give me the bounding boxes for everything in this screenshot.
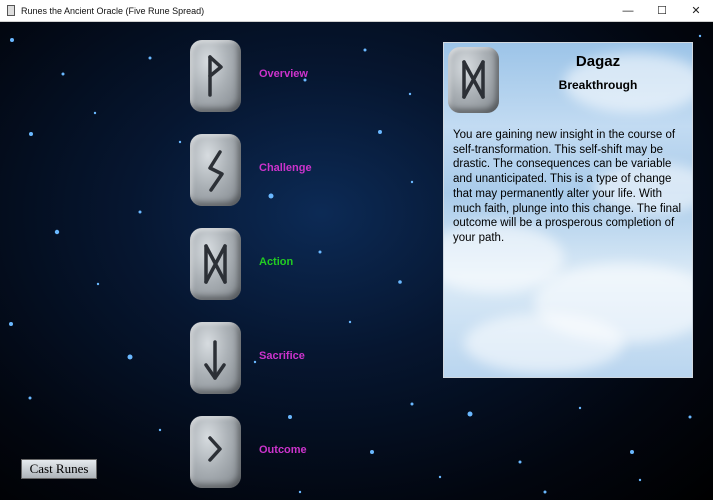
oracle-board: Overview Challenge Action Sacrifice Outc… <box>0 22 713 500</box>
overview-rune-stone[interactable] <box>190 40 241 112</box>
sacrifice-rune-stone[interactable] <box>190 322 241 394</box>
minimize-icon: — <box>622 4 634 17</box>
action-label[interactable]: Action <box>259 256 293 268</box>
challenge-rune-stone[interactable] <box>190 134 241 206</box>
app-icon <box>7 5 15 16</box>
sacrifice-label[interactable]: Sacrifice <box>259 350 305 362</box>
wunjo-rune-icon <box>208 55 223 97</box>
selected-rune-stone <box>448 47 499 113</box>
overview-label[interactable]: Overview <box>259 68 308 80</box>
action-rune-stone[interactable] <box>190 228 241 300</box>
rune-meaning: Breakthrough <box>558 78 638 92</box>
minimize-button[interactable]: — <box>611 0 645 21</box>
sowilo-rune-icon <box>208 150 224 192</box>
title-bar: Runes the Ancient Oracle (Five Rune Spre… <box>0 0 713 22</box>
maximize-button[interactable]: ☐ <box>645 0 679 21</box>
challenge-label[interactable]: Challenge <box>259 162 312 174</box>
dagaz-rune-icon <box>462 60 485 99</box>
rune-description: You are gaining new insight in the cours… <box>453 129 682 244</box>
eihwaz-rune-icon <box>204 340 226 380</box>
kenaz-rune-icon <box>208 436 222 462</box>
cast-runes-button[interactable]: Cast Runes <box>21 459 97 479</box>
window-title: Runes the Ancient Oracle (Five Rune Spre… <box>21 5 205 16</box>
dagaz-rune-icon <box>204 244 227 284</box>
rune-name: Dagaz <box>575 53 621 70</box>
outcome-label[interactable]: Outcome <box>259 444 307 456</box>
close-icon: ✕ <box>691 5 701 17</box>
close-button[interactable]: ✕ <box>679 0 713 21</box>
maximize-icon: ☐ <box>657 5 667 17</box>
rune-detail-panel: Dagaz Breakthrough You are gaining new i… <box>443 42 693 378</box>
outcome-rune-stone[interactable] <box>190 416 241 488</box>
